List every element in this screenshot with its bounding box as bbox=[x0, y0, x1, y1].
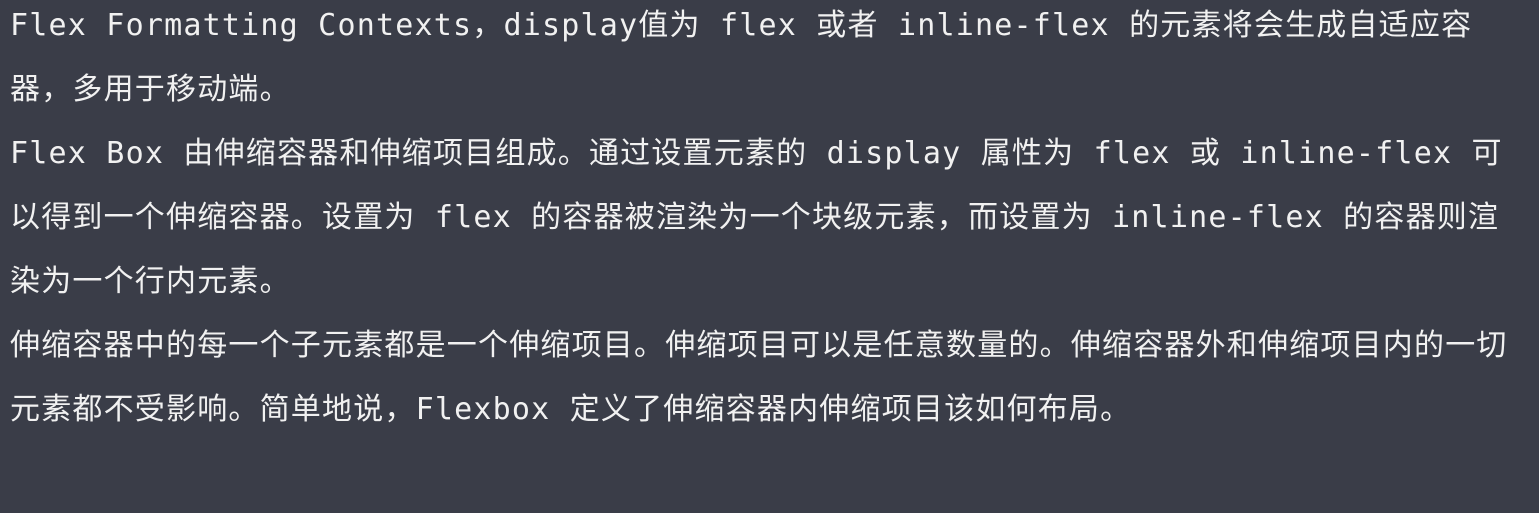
document-body: Flex Formatting Contexts，display值为 flex … bbox=[0, 0, 1539, 513]
paragraph-flex-formatting-contexts: Flex Formatting Contexts，display值为 flex … bbox=[10, 8, 1473, 107]
paragraph-flex-box-composition: Flex Box 由伸缩容器和伸缩项目组成。通过设置元素的 display 属性… bbox=[10, 136, 1503, 299]
paragraph-flex-items: 伸缩容器中的每一个子元素都是一个伸缩项目。伸缩项目可以是任意数量的。伸缩容器外和… bbox=[10, 328, 1508, 427]
